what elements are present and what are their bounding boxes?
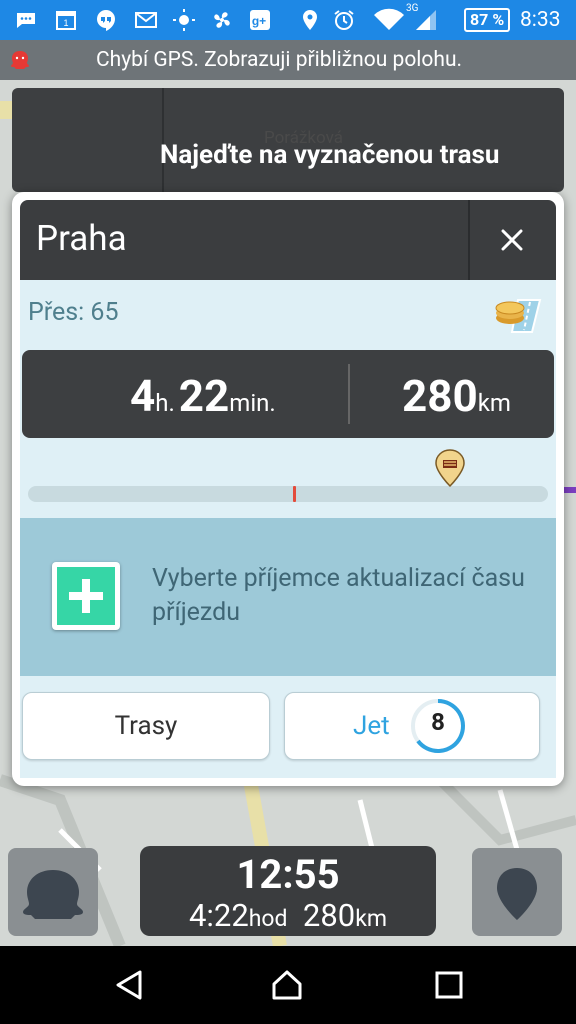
eta-duration: 4:22 bbox=[188, 897, 249, 934]
back-icon[interactable] bbox=[112, 968, 146, 1002]
dialog-body: Přes: 65 4h. 22min. 280km Vyberte příjem… bbox=[20, 280, 556, 778]
battery-level: 87 % bbox=[464, 8, 511, 32]
stats-divider bbox=[348, 364, 350, 424]
home-icon[interactable] bbox=[270, 968, 304, 1002]
eta-duration-unit: hod bbox=[248, 905, 288, 932]
progress-marker bbox=[293, 486, 297, 502]
battery-icon: 87 % bbox=[464, 0, 511, 40]
hangouts-icon bbox=[97, 10, 115, 31]
svg-text:1: 1 bbox=[63, 18, 68, 28]
header-divider bbox=[468, 200, 470, 280]
destination-dialog: Praha Přes: 65 4h. 22min. 280km Vyberte … bbox=[12, 192, 564, 786]
route-progress-track bbox=[28, 486, 548, 502]
warning-icon bbox=[11, 51, 29, 69]
signal-icon bbox=[416, 10, 436, 30]
destination-title: Praha bbox=[36, 218, 127, 259]
alarm-icon bbox=[334, 10, 354, 30]
google-plus-icon: g+ bbox=[250, 10, 270, 30]
gps-warning-bar: Chybí GPS. Zobrazuji přibližnou polohu. bbox=[0, 40, 576, 80]
routes-button[interactable]: Trasy bbox=[22, 692, 270, 760]
plus-icon bbox=[57, 567, 115, 625]
distance-unit: km bbox=[477, 389, 511, 417]
recents-icon[interactable] bbox=[432, 968, 466, 1002]
gmail-icon bbox=[135, 12, 157, 28]
eta-distance-unit: km bbox=[355, 905, 388, 932]
duration-minutes: 22 bbox=[178, 370, 230, 422]
duration-hours-unit: h. bbox=[155, 389, 175, 417]
instruction-text: Najeďte na vyznačenou trasu bbox=[160, 140, 500, 170]
recipient-prompt: Vyberte příjemce aktualizací času příjez… bbox=[152, 564, 525, 627]
close-icon[interactable] bbox=[494, 222, 530, 258]
nav-bar bbox=[0, 946, 576, 1024]
waze-icon bbox=[23, 870, 83, 919]
duration-hours: 4 bbox=[130, 370, 156, 422]
fan-icon bbox=[214, 12, 230, 28]
gps-message: Chybí GPS. Zobrazuji přibližnou polohu. bbox=[96, 48, 463, 72]
pin-icon bbox=[497, 868, 537, 920]
go-button[interactable]: Jet 8 bbox=[284, 692, 540, 760]
dialog-header: Praha bbox=[20, 200, 556, 280]
wifi-icon bbox=[374, 8, 404, 31]
weather-icon bbox=[173, 9, 195, 31]
menu-button[interactable] bbox=[8, 848, 98, 936]
distance-value: 280 bbox=[402, 370, 478, 422]
location-button[interactable] bbox=[472, 848, 562, 936]
countdown-number: 8 bbox=[431, 708, 445, 736]
route-duration: 4h. 22min. bbox=[130, 370, 276, 422]
toll-coins-icon bbox=[495, 299, 542, 333]
eta-distance: 280 bbox=[302, 897, 356, 934]
location-icon bbox=[303, 10, 317, 30]
eta-summary: 4:22hod 280km bbox=[140, 900, 436, 935]
eta-panel[interactable]: 12:55 4:22hod 280km bbox=[140, 846, 436, 936]
eta-recipients-row[interactable]: Vyberte příjemce aktualizací času příjez… bbox=[20, 518, 556, 676]
add-recipient-button[interactable] bbox=[52, 562, 120, 630]
clock: 8:33 bbox=[520, 8, 561, 32]
svg-text:g+: g+ bbox=[252, 14, 266, 28]
route-stats: 4h. 22min. 280km bbox=[22, 350, 554, 438]
route-via: Přes: 65 bbox=[28, 298, 119, 327]
routes-button-label: Trasy bbox=[114, 711, 178, 741]
chat-icon bbox=[17, 13, 35, 28]
route-distance: 280km bbox=[402, 370, 511, 422]
destination-pin-icon bbox=[435, 449, 465, 488]
eta-arrival-time: 12:55 bbox=[236, 851, 340, 898]
go-button-label: Jet bbox=[353, 711, 390, 741]
duration-minutes-unit: min. bbox=[229, 389, 276, 417]
status-bar: 1 g+ 3G 87 % 8:33 bbox=[0, 0, 576, 40]
calendar-icon: 1 bbox=[56, 11, 76, 30]
